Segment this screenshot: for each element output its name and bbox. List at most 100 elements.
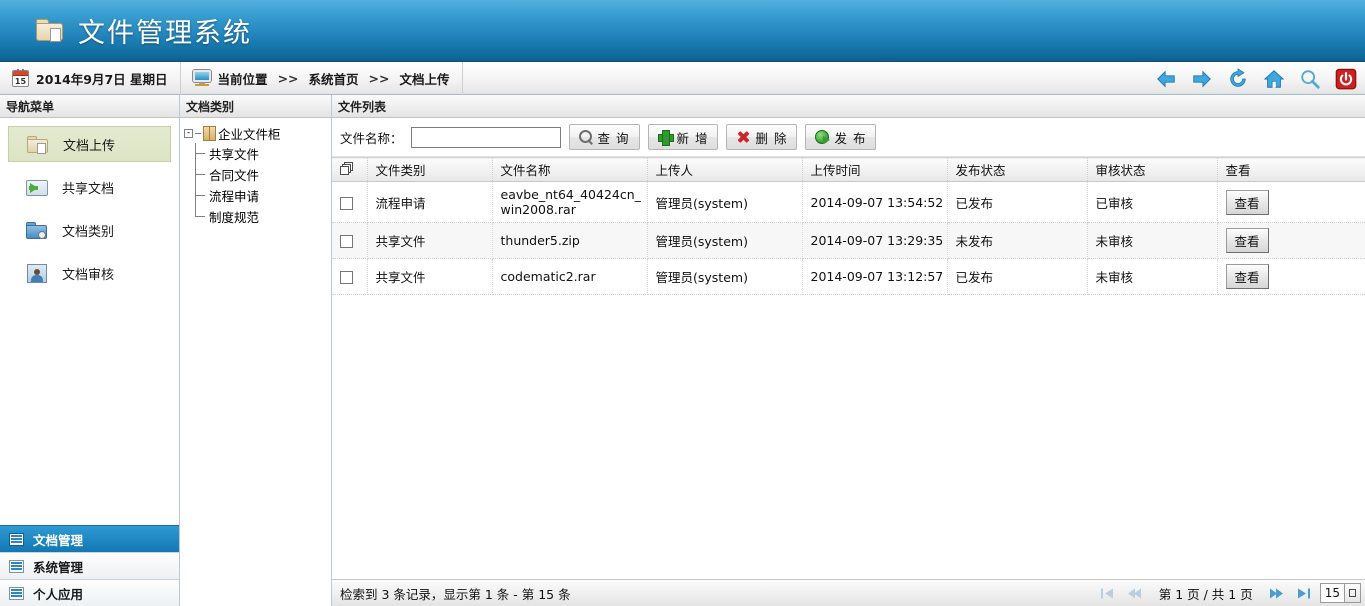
view-button[interactable]: 查看 (1226, 264, 1269, 289)
column-select-all[interactable] (332, 158, 367, 182)
accordion-item-personal-apps[interactable]: 个人应用 (0, 579, 179, 606)
accordion-item-document-management[interactable]: 文档管理 (0, 525, 179, 552)
breadcrumb-separator-2: >> (366, 71, 393, 86)
row-checkbox[interactable] (340, 197, 353, 210)
column-category[interactable]: 文件类别 (367, 158, 492, 182)
sidebar-item-document-upload[interactable]: 文档上传 (8, 126, 171, 162)
chevron-down-icon[interactable] (1344, 584, 1360, 602)
sidebar-item-shared-docs[interactable]: 共享文档 (8, 169, 171, 205)
search-label: 文件名称： (340, 128, 403, 147)
cell-publish-status: 已发布 (947, 182, 1087, 223)
app-title: 文件管理系统 (78, 11, 252, 50)
delete-x-icon (736, 130, 750, 144)
column-publish-status[interactable]: 发布状态 (947, 158, 1087, 182)
add-button[interactable]: 新 增 (648, 124, 719, 150)
cell-uploader: 管理员(system) (647, 182, 802, 223)
file-list-header: 文件列表 (332, 95, 1365, 118)
search-toolbar: 文件名称： 查 询 新 增 删 除 发 布 (332, 118, 1365, 157)
breadcrumb-item-home[interactable]: 系统首页 (309, 69, 359, 88)
column-view[interactable]: 查看 (1217, 158, 1365, 182)
breadcrumb: 当前位置 >> 系统首页 >> 文档上传 (181, 62, 462, 95)
last-page-icon[interactable] (1293, 584, 1315, 603)
sidebar-item-label: 文档审核 (62, 264, 114, 283)
row-checkbox-cell[interactable] (332, 223, 367, 259)
accordion-item-system-management[interactable]: 系统管理 (0, 552, 179, 579)
page-size-selector[interactable]: 15 (1320, 583, 1361, 603)
search-icon[interactable] (1299, 68, 1321, 90)
next-page-icon[interactable] (1266, 584, 1288, 603)
list-icon (9, 560, 24, 573)
search-input[interactable] (411, 127, 561, 148)
tree-children: 共享文件 合同文件 流程申请 制度规范 (195, 143, 331, 227)
page-indicator: 第 1 页 / 共 1 页 (1151, 584, 1261, 603)
back-icon[interactable] (1155, 68, 1177, 90)
tree-node-contract[interactable]: 合同文件 (195, 164, 331, 185)
tree-root-label: 企业文件柜 (218, 124, 281, 143)
row-checkbox-cell[interactable] (332, 259, 367, 295)
delete-button[interactable]: 删 除 (726, 124, 797, 150)
tree-expander-icon[interactable]: - (184, 129, 193, 138)
breadcrumb-item-current[interactable]: 文档上传 (399, 69, 449, 88)
column-audit-status[interactable]: 审核状态 (1087, 158, 1217, 182)
app-header-inner: 文件管理系统 (0, 11, 252, 50)
table-row[interactable]: 共享文件 codematic2.rar 管理员(system) 2014-09-… (332, 259, 1365, 295)
row-checkbox[interactable] (340, 235, 353, 248)
navigation-accordion: 文档管理 系统管理 个人应用 (0, 525, 179, 606)
column-filename[interactable]: 文件名称 (492, 158, 647, 182)
navigation-panel: 导航菜单 文档上传 共享文档 (0, 95, 180, 606)
refresh-icon[interactable] (1227, 68, 1249, 90)
tree-node-label: 合同文件 (209, 165, 259, 184)
sidebar-item-doc-category[interactable]: 文档类别 (8, 212, 171, 248)
query-button[interactable]: 查 询 (569, 124, 640, 150)
globe-publish-icon (815, 130, 829, 144)
tree-node-label: 共享文件 (209, 144, 259, 163)
prev-page-icon[interactable] (1124, 584, 1146, 603)
publish-button-label: 发 布 (834, 128, 866, 147)
power-icon[interactable] (1335, 68, 1357, 90)
accordion-label: 系统管理 (33, 557, 83, 576)
sidebar-item-label: 文档上传 (63, 135, 115, 154)
row-checkbox[interactable] (340, 271, 353, 284)
file-grid-wrapper: 文件类别 文件名称 上传人 上传时间 发布状态 审核状态 查看 流程申请 (332, 157, 1365, 579)
cell-audit-status: 未审核 (1087, 223, 1217, 259)
sidebar-item-doc-audit[interactable]: 文档审核 (8, 255, 171, 291)
cell-publish-status: 已发布 (947, 259, 1087, 295)
accordion-label: 个人应用 (33, 584, 83, 603)
tree-node-shared[interactable]: 共享文件 (195, 143, 331, 164)
view-button[interactable]: 查看 (1226, 190, 1269, 215)
sidebar-item-label: 共享文档 (62, 178, 114, 197)
column-upload-time[interactable]: 上传时间 (802, 158, 947, 182)
column-uploader[interactable]: 上传人 (647, 158, 802, 182)
plus-icon (658, 130, 672, 144)
breadcrumb-separator-1: >> (275, 71, 302, 86)
view-button[interactable]: 查看 (1226, 228, 1269, 253)
user-audit-icon (26, 263, 50, 284)
tree-node-process[interactable]: 流程申请 (195, 185, 331, 206)
cabinet-icon (203, 126, 216, 141)
cell-view: 查看 (1217, 259, 1365, 295)
search-icon (579, 130, 593, 144)
calendar-day: 15 (13, 76, 28, 86)
list-icon (9, 587, 24, 600)
table-row[interactable]: 共享文件 thunder5.zip 管理员(system) 2014-09-07… (332, 223, 1365, 259)
tree-root-node[interactable]: - 企业文件柜 (184, 124, 331, 143)
row-checkbox-cell[interactable] (332, 182, 367, 223)
forward-icon[interactable] (1191, 68, 1213, 90)
home-icon[interactable] (1263, 68, 1285, 90)
first-page-icon[interactable] (1097, 584, 1119, 603)
monitor-icon (193, 70, 211, 86)
table-header-row: 文件类别 文件名称 上传人 上传时间 发布状态 审核状态 查看 (332, 158, 1365, 182)
category-tree: - 企业文件柜 共享文件 合同文件 流程申请 制度 (180, 118, 331, 606)
cell-upload-time: 2014-09-07 13:54:52 (802, 182, 947, 223)
tree-node-policy[interactable]: 制度规范 (195, 206, 331, 227)
add-button-label: 新 增 (677, 128, 709, 147)
stack-select-icon[interactable] (340, 162, 354, 175)
pagination-bar: 检索到 3 条记录，显示第 1 条 - 第 15 条 (332, 579, 1365, 606)
grid-empty-space (332, 295, 1365, 579)
pagination-controls: 第 1 页 / 共 1 页 15 (1097, 583, 1361, 603)
cell-category: 共享文件 (367, 223, 492, 259)
navigation-items: 文档上传 共享文档 文档类别 (0, 118, 179, 525)
table-row[interactable]: 流程申请 eavbe_nt64_40424cn_win2008.rar 管理员(… (332, 182, 1365, 223)
publish-button[interactable]: 发 布 (805, 124, 876, 150)
cell-upload-time: 2014-09-07 13:29:35 (802, 223, 947, 259)
